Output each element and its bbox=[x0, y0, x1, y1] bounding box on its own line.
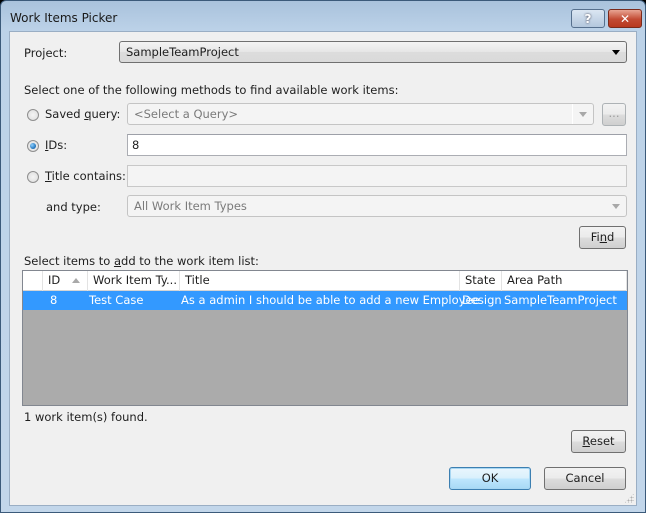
results-grid[interactable]: ID Work Item Ty... Title State Area Path… bbox=[22, 270, 628, 406]
ids-input[interactable]: 8 bbox=[127, 134, 627, 156]
work-item-type-value: All Work Item Types bbox=[134, 199, 247, 213]
saved-query-placeholder: <Select a Query> bbox=[134, 107, 239, 121]
title-contains-input[interactable] bbox=[127, 165, 627, 187]
chevron-down-icon bbox=[612, 50, 620, 55]
column-header-area-path[interactable]: Area Path bbox=[502, 271, 627, 291]
results-status: 1 work item(s) found. bbox=[24, 410, 148, 424]
table-row[interactable]: 8 Test Case As a admin I should be able … bbox=[23, 291, 627, 310]
row-header-column bbox=[23, 271, 43, 291]
chevron-down-icon bbox=[612, 204, 620, 209]
help-button[interactable]: ? bbox=[571, 9, 605, 28]
ids-value: 8 bbox=[132, 138, 140, 152]
project-dropdown[interactable]: SampleTeamProject bbox=[119, 41, 627, 63]
results-instruction: Select items to add to the work item lis… bbox=[24, 254, 259, 268]
grid-header: ID Work Item Ty... Title State Area Path bbox=[23, 271, 627, 291]
methods-instruction: Select one of the following methods to f… bbox=[24, 83, 399, 97]
work-item-type-dropdown[interactable]: All Work Item Types bbox=[127, 195, 627, 217]
dialog-body: Project: SampleTeamProject Select one of… bbox=[9, 31, 637, 506]
close-icon: ✕ bbox=[619, 11, 631, 26]
column-header-title[interactable]: Title bbox=[180, 271, 460, 291]
ids-label: IDs: bbox=[45, 138, 68, 152]
close-button[interactable]: ✕ bbox=[608, 9, 642, 28]
saved-query-dropdown[interactable]: <Select a Query> bbox=[127, 103, 594, 125]
type-label: and type: bbox=[46, 200, 101, 214]
find-button[interactable]: Find bbox=[579, 226, 626, 249]
reset-button[interactable]: Reset bbox=[571, 430, 626, 453]
cell-title: As a admin I should be able to add a new… bbox=[181, 293, 480, 307]
column-header-id[interactable]: ID bbox=[43, 271, 88, 291]
ids-radio[interactable] bbox=[27, 140, 39, 152]
saved-query-label: Saved query: bbox=[45, 107, 121, 121]
browse-query-button[interactable]: ... bbox=[602, 103, 626, 126]
project-label: Project: bbox=[24, 46, 68, 60]
cell-state: Design bbox=[462, 293, 502, 307]
resize-grip-icon[interactable] bbox=[624, 493, 634, 503]
cell-area-path: SampleTeamProject bbox=[504, 293, 617, 307]
cell-id: 8 bbox=[50, 293, 58, 307]
title-contains-radio[interactable] bbox=[27, 171, 39, 183]
sort-ascending-icon bbox=[72, 278, 80, 283]
column-header-state[interactable]: State bbox=[460, 271, 502, 291]
column-header-type[interactable]: Work Item Ty... bbox=[88, 271, 180, 291]
window-title: Work Items Picker bbox=[10, 11, 118, 25]
saved-query-radio[interactable] bbox=[27, 109, 39, 121]
work-items-picker-dialog: Work Items Picker ? ✕ Project: SampleTea… bbox=[0, 0, 646, 513]
title-contains-label: Title contains: bbox=[45, 169, 126, 183]
cell-type: Test Case bbox=[89, 293, 144, 307]
ok-button[interactable]: OK bbox=[449, 467, 531, 490]
chevron-down-icon bbox=[579, 112, 587, 117]
project-value: SampleTeamProject bbox=[126, 45, 239, 59]
title-bar[interactable]: Work Items Picker ? ✕ bbox=[1, 1, 645, 33]
cancel-button[interactable]: Cancel bbox=[544, 467, 626, 490]
question-mark-icon: ? bbox=[584, 11, 592, 26]
